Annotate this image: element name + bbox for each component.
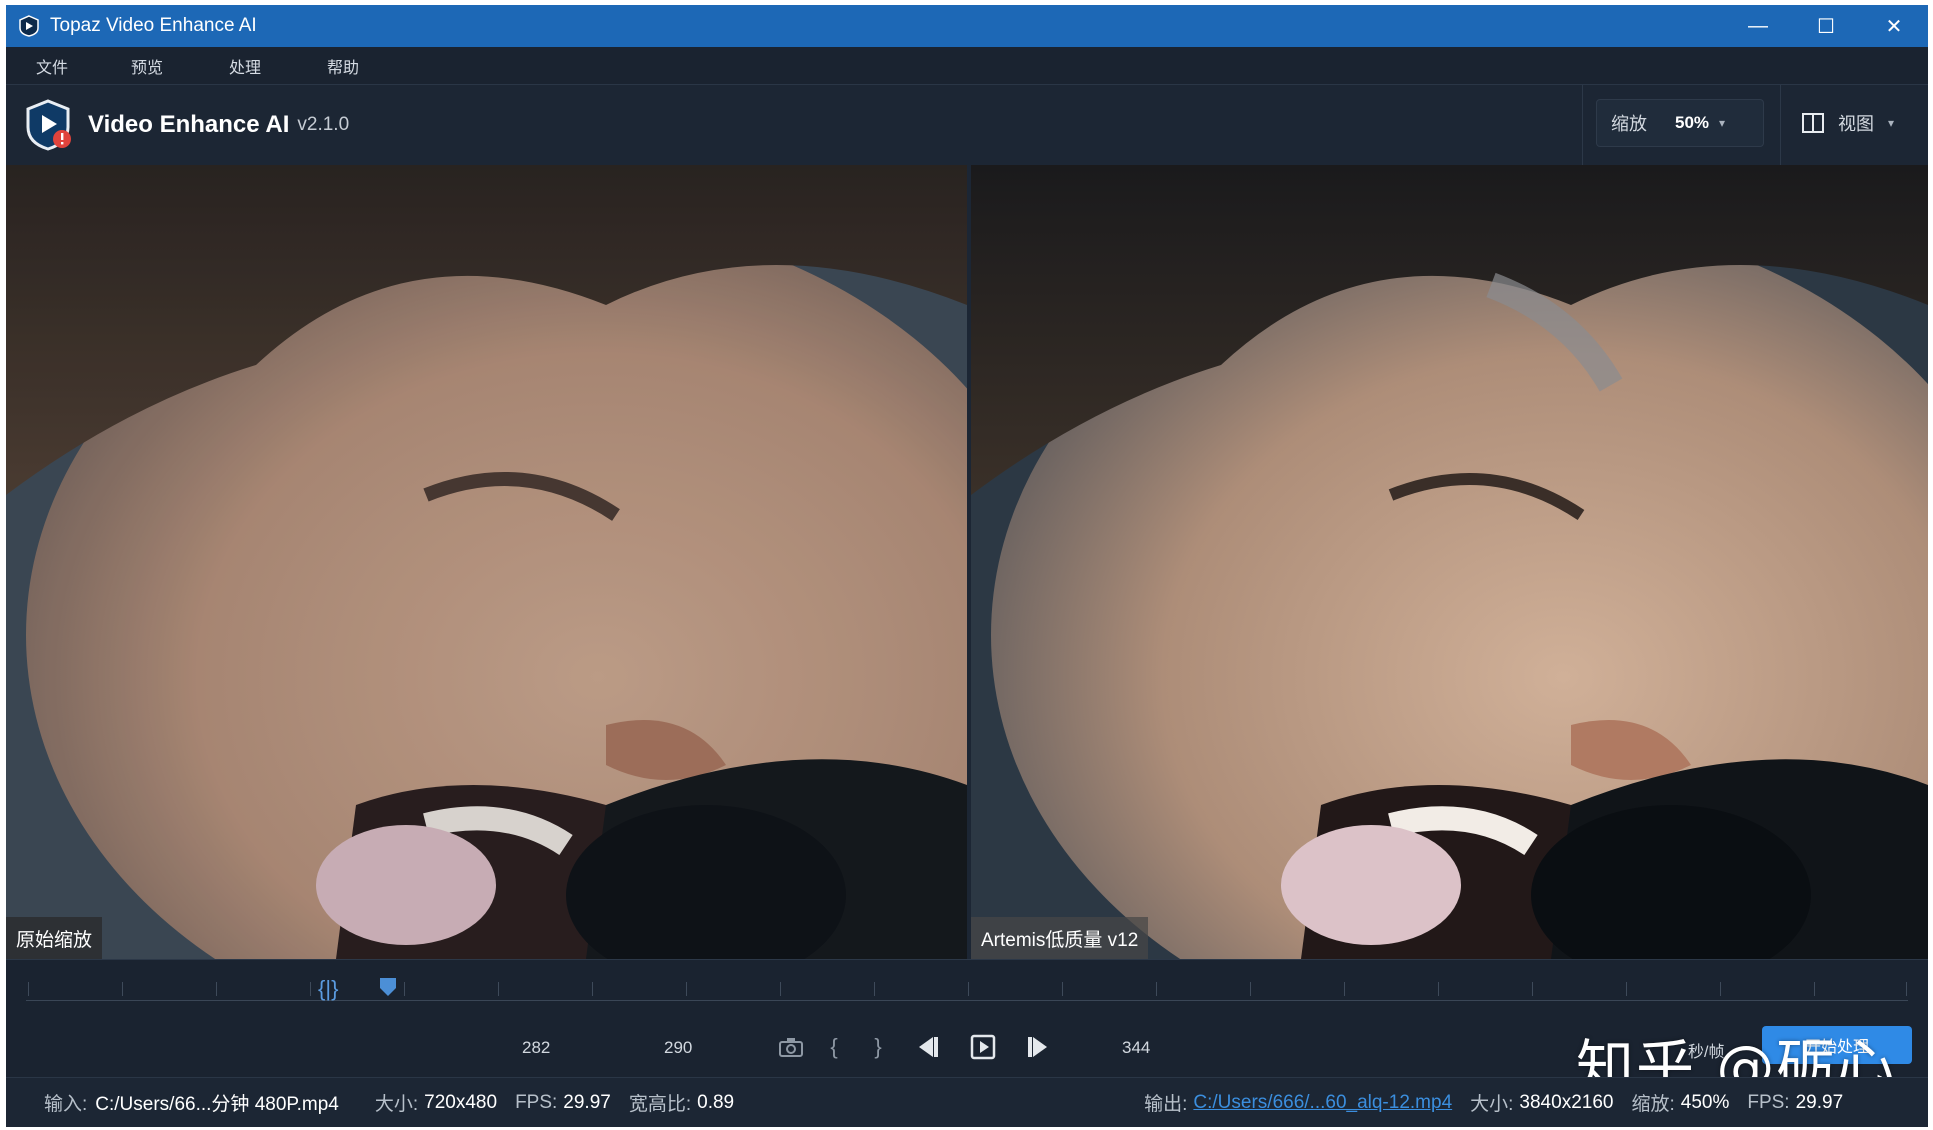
timeline-tick: [404, 982, 405, 996]
timeline-tick: [1532, 982, 1533, 996]
output-path-link[interactable]: C:/Users/666/...60_alq-12.mp4: [1193, 1092, 1452, 1113]
snapshot-camera-icon[interactable]: [776, 1032, 806, 1062]
input-fps: 29.97: [563, 1091, 611, 1113]
header-divider: [1780, 85, 1781, 165]
playhead-marker[interactable]: [378, 976, 398, 998]
timeline-tick: [498, 982, 499, 996]
input-size: 720x480: [424, 1091, 498, 1113]
menu-help[interactable]: 帮助: [294, 54, 392, 78]
input-label: 输入:: [44, 1094, 88, 1115]
app-brand: Video Enhance AI: [88, 111, 290, 138]
enhanced-pane-label: Artemis低质量 v12: [971, 917, 1149, 959]
aspect-ratio-value: 0.89: [697, 1091, 735, 1113]
output-zoom: 450%: [1680, 1091, 1730, 1113]
output-size-label: 大小:: [1470, 1094, 1514, 1115]
timeline-tick: [1626, 982, 1627, 996]
timeline-tick: [968, 982, 969, 996]
title-bar: Topaz Video Enhance AI — ☐ ✕: [6, 5, 1928, 47]
timeline-tick: [686, 982, 687, 996]
timeline-tick: [310, 982, 311, 996]
input-size-label: 大小:: [374, 1094, 419, 1115]
set-in-point-icon[interactable]: {: [822, 1032, 846, 1062]
in-out-marker-handle[interactable]: {|}: [318, 976, 338, 1002]
timeline-tick: [1344, 982, 1345, 996]
input-fps-label: FPS:: [515, 1091, 558, 1113]
minimize-button[interactable]: —: [1724, 5, 1792, 47]
timeline-tick: [1156, 982, 1157, 996]
in-frame-number: 282: [522, 1038, 551, 1057]
app-window: Topaz Video Enhance AI — ☐ ✕ 文件 预览 处理 帮助…: [6, 5, 1928, 1127]
timeline-tick: [1814, 982, 1815, 996]
zoom-label: 缩放: [1611, 114, 1647, 134]
zoom-dropdown[interactable]: 缩放 50% ▾: [1596, 99, 1764, 147]
timeline-tick: [122, 982, 123, 996]
prev-frame-icon[interactable]: [912, 1032, 942, 1062]
output-zoom-label: 缩放:: [1631, 1094, 1675, 1115]
output-label: 输出:: [1144, 1094, 1188, 1115]
timeline-track[interactable]: [26, 1000, 1908, 1001]
timeline-tick: [216, 982, 217, 996]
enhanced-preview-pane[interactable]: Artemis低质量 v12: [971, 165, 1928, 959]
menu-preview[interactable]: 预览: [98, 54, 196, 78]
app-header: Video Enhance AI v2.1.0 缩放 50% ▾ 视图 ▾: [6, 85, 1928, 165]
chevron-down-icon: ▾: [1719, 116, 1726, 130]
menu-bar: 文件 预览 处理 帮助: [6, 47, 1928, 85]
topaz-logo-icon: [26, 99, 71, 151]
timeline-tick: [28, 982, 29, 996]
status-bar: 输入: C:/Users/66...分钟 480P.mp4 大小: 720x48…: [6, 1077, 1928, 1127]
aspect-ratio-label: 宽高比:: [628, 1094, 692, 1115]
app-version: v2.1.0: [297, 114, 350, 135]
play-icon[interactable]: [968, 1032, 998, 1062]
timeline-tick: [1250, 982, 1251, 996]
zoom-value: 50%: [1675, 113, 1710, 132]
input-path: C:/Users/66...分钟 480P.mp4: [95, 1094, 339, 1115]
original-pane-label: 原始缩放: [6, 917, 103, 959]
menu-process[interactable]: 处理: [196, 54, 294, 78]
out-frame-number: 344: [1122, 1038, 1151, 1057]
topaz-app-icon: [19, 15, 39, 37]
split-view-icon: [1802, 113, 1824, 133]
timeline-panel: {|} 282 290 { } 344 秒/帧 开始处理 知乎 @砺心: [6, 959, 1928, 1101]
original-video-frame: [6, 165, 967, 959]
original-preview-pane[interactable]: 原始缩放: [6, 165, 967, 959]
chevron-down-icon: ▾: [1888, 116, 1895, 130]
next-frame-icon[interactable]: [1024, 1032, 1054, 1062]
timeline-tick: [1062, 982, 1063, 996]
timeline-tick: [780, 982, 781, 996]
current-frame-number: 290: [664, 1038, 693, 1057]
timeline-tick: [1720, 982, 1721, 996]
timeline-tick: [874, 982, 875, 996]
timeline-tick: [1906, 982, 1907, 996]
close-button[interactable]: ✕: [1860, 5, 1928, 47]
menu-file[interactable]: 文件: [6, 54, 98, 78]
view-label: 视图: [1838, 114, 1874, 134]
maximize-button[interactable]: ☐: [1792, 5, 1860, 47]
enhanced-video-frame: [971, 165, 1928, 959]
window-title: Topaz Video Enhance AI: [50, 15, 257, 36]
timeline-tick: [592, 982, 593, 996]
header-divider: [1582, 85, 1583, 165]
set-out-point-icon[interactable]: }: [866, 1032, 890, 1062]
output-fps-label: FPS:: [1747, 1091, 1790, 1113]
view-dropdown[interactable]: 视图 ▾: [1802, 99, 1894, 147]
output-size: 3840x2160: [1519, 1091, 1614, 1113]
output-fps: 29.97: [1795, 1091, 1844, 1113]
timeline-tick: [1438, 982, 1439, 996]
